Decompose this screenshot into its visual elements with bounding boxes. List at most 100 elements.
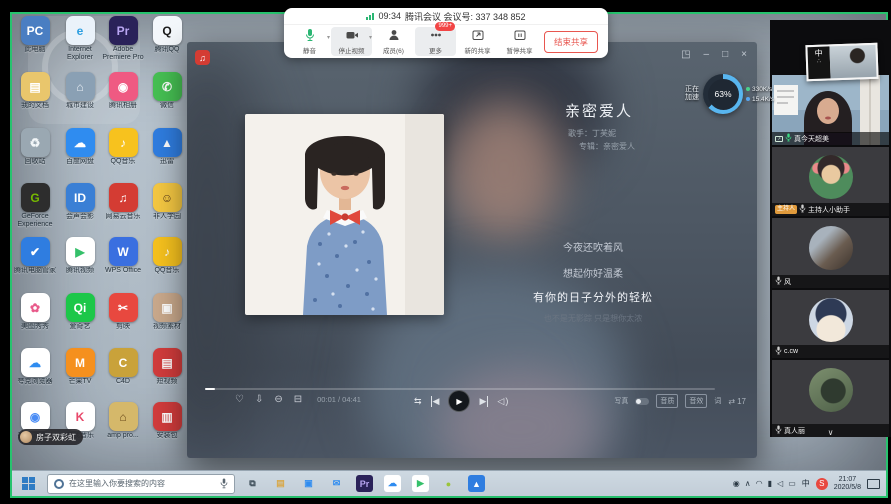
desktop-icon-city-photo[interactable]: ⌂城市建设: [58, 72, 102, 110]
this-pc-icon: PC: [21, 16, 50, 45]
taskbar-app-file-explorer[interactable]: ▤: [272, 475, 289, 492]
desktop-icon-red-app[interactable]: ▤短视频: [145, 348, 189, 386]
members-button[interactable]: 成员(6): [373, 27, 414, 56]
photo-overlay-card: 中 ∴: [805, 43, 878, 81]
desktop-icon-qq-music-2[interactable]: ♪QQ音乐: [145, 237, 189, 275]
wifi-icon[interactable]: ◠: [756, 479, 763, 488]
desktop-icon-quark-browser[interactable]: ☁夸克浏览器: [13, 348, 57, 386]
volume-icon[interactable]: ◁: [497, 396, 508, 407]
speed-ball-overlay[interactable]: 正在加速 63% 330K/s 15.4K/s: [684, 74, 774, 114]
more-button[interactable]: 更多999+: [415, 27, 456, 56]
chevron-up-icon[interactable]: ∧: [745, 479, 751, 488]
desktop-icon-wps-office[interactable]: WWPS Office: [101, 237, 145, 275]
search-mic-icon[interactable]: [220, 478, 228, 489]
previous-track-icon[interactable]: ◀: [431, 396, 440, 407]
desktop-icon-pc-manager[interactable]: ✔腾讯电脑管家: [13, 237, 57, 275]
input-language-indicator[interactable]: 中: [802, 478, 810, 489]
playlist-button[interactable]: ⇄ 17: [728, 397, 746, 406]
desktop-icon-mango-tv[interactable]: M芒果TV: [58, 348, 102, 386]
artist-line[interactable]: 歌手：丁芙妮: [568, 128, 616, 139]
desktop-icon-tencent-video[interactable]: ▶腾讯视频: [58, 237, 102, 275]
desktop-icon-internet-explorer[interactable]: eInternet Explorer: [58, 16, 102, 62]
taskbar-app-ms-store[interactable]: ▣: [300, 475, 317, 492]
taskbar-app-tencent-video[interactable]: ▶: [412, 475, 429, 492]
volume-icon[interactable]: ◁: [777, 479, 783, 488]
progress-elapsed: [205, 388, 215, 390]
next-track-icon[interactable]: ▶: [479, 396, 488, 407]
chevron-down-icon[interactable]: ▾: [369, 34, 372, 41]
album-line[interactable]: 专辑：亲密爱人: [579, 141, 635, 152]
desktop-icon-c4d[interactable]: CC4D: [101, 348, 145, 386]
comment-icon[interactable]: ⊟: [294, 394, 302, 405]
desktop-icon-qq-music[interactable]: ♪QQ音乐: [101, 128, 145, 166]
action-center-icon[interactable]: [867, 479, 880, 489]
desktop-icon-baidu-netdisk[interactable]: ☁百度网盘: [58, 128, 102, 166]
pause-share-button[interactable]: 暂停共享: [499, 27, 540, 56]
desktop-icon-wechat[interactable]: ✆微信: [145, 72, 189, 110]
taskbar-app-app-ball[interactable]: ●: [440, 475, 457, 492]
desktop-icon-netease-music[interactable]: ♫网易云音乐: [101, 183, 145, 221]
photo-toggle[interactable]: [635, 398, 649, 405]
taskbar-app-mail[interactable]: ✉: [328, 475, 345, 492]
desktop-icon-thunder[interactable]: ▲迅雷: [145, 128, 189, 166]
participant-tile[interactable]: 真人丽∨: [772, 360, 889, 437]
quality-chip[interactable]: 音质: [656, 394, 678, 408]
desktop-icon-jianying[interactable]: ✂剪映: [101, 293, 145, 331]
upload-speed: 330K/s: [752, 86, 772, 93]
fullscreen-icon[interactable]: ◳: [681, 49, 690, 61]
desktop-icon-amp-project[interactable]: ⌂amp pro...: [101, 402, 145, 440]
taskbar-app-task-view[interactable]: ⧉: [244, 475, 261, 492]
new-share-icon: [471, 28, 485, 44]
battery-icon[interactable]: ▮: [768, 479, 772, 488]
desktop-icon-video-file[interactable]: ▣视频素材: [145, 293, 189, 331]
sogou-ime-icon[interactable]: S: [816, 478, 828, 490]
taskbar-clock[interactable]: 21:07 2020/5/8: [834, 476, 861, 492]
desktop-icon-recycle-bin[interactable]: ♻回收站: [13, 128, 57, 166]
taskbar-app-quark[interactable]: ☁: [384, 475, 401, 492]
desktop-icon-meitu[interactable]: ✿美图秀秀: [13, 293, 57, 331]
play-button[interactable]: ▶: [448, 390, 470, 412]
desktop-icon-this-pc[interactable]: PC此电脑: [13, 16, 57, 54]
desktop-icon-documents-folder[interactable]: ▤我的文档: [13, 72, 57, 110]
maximize-icon[interactable]: □: [722, 49, 728, 61]
lyric-line: 今夜还吹着风: [443, 239, 743, 254]
taskbar-app-premiere[interactable]: Pr: [356, 475, 373, 492]
tooltip-text: 房子双彩虹: [36, 432, 76, 443]
desktop-icon-iqiyi[interactable]: Qi爱奇艺: [58, 293, 102, 331]
chevron-down-icon[interactable]: ▾: [327, 34, 330, 41]
taskbar-app-thunder[interactable]: ▲: [468, 475, 485, 492]
dislike-icon[interactable]: ⊖: [274, 394, 282, 405]
mute-button[interactable]: 静音▾: [289, 27, 330, 56]
end-share-button[interactable]: 结束共享: [544, 31, 598, 53]
participant-tile[interactable]: ↗真今天超美: [772, 75, 889, 145]
collapse-chevron-icon[interactable]: ∨: [828, 428, 834, 437]
start-button[interactable]: [18, 474, 38, 494]
participant-tile[interactable]: 主持人主持人小助手: [772, 147, 889, 216]
close-icon[interactable]: ×: [741, 49, 747, 61]
desktop-icon-premiere-pro[interactable]: PrAdobe Premiere Pro: [101, 16, 145, 62]
icon-label: 美图秀秀: [13, 323, 57, 331]
people-icon[interactable]: ◉: [733, 479, 740, 488]
desktop-icon-tencent-album[interactable]: ◉腾讯相册: [101, 72, 145, 110]
touch-keyboard-icon[interactable]: ▭: [788, 479, 796, 488]
effect-chip[interactable]: 音效: [685, 394, 707, 408]
desktop-lyric-button[interactable]: 词: [714, 396, 721, 406]
player-transport-controls: ⇆ ◀ ▶ ▶ ◁: [414, 390, 508, 412]
participant-tile[interactable]: c.cw: [772, 290, 889, 358]
desktop-icon-red-installer[interactable]: ▥安装包: [145, 402, 189, 440]
desktop-icon-video-studio[interactable]: ID会声会影: [58, 183, 102, 221]
download-icon[interactable]: ⇩: [255, 394, 263, 405]
minimize-icon[interactable]: –: [704, 49, 710, 61]
loop-icon[interactable]: ⇆: [414, 396, 422, 407]
like-icon[interactable]: ♡: [235, 394, 244, 405]
desktop-icon-game-app[interactable]: ☺非人学园: [145, 183, 189, 221]
stop-video-button[interactable]: 停止视频▾: [331, 27, 372, 56]
icon-label: 夸克浏览器: [13, 378, 57, 386]
search-box[interactable]: 在这里输入你要搜索的内容: [47, 474, 235, 494]
participant-tile[interactable]: 风: [772, 218, 889, 288]
participant-avatar: [809, 298, 853, 342]
desktop-icon-geforce-experience[interactable]: GGeForce Experience: [13, 183, 57, 229]
new-share-button[interactable]: 新的共享: [457, 27, 498, 56]
desktop-icon-qq[interactable]: Q腾讯QQ: [145, 16, 189, 54]
notification-badge: 999+: [435, 22, 455, 31]
